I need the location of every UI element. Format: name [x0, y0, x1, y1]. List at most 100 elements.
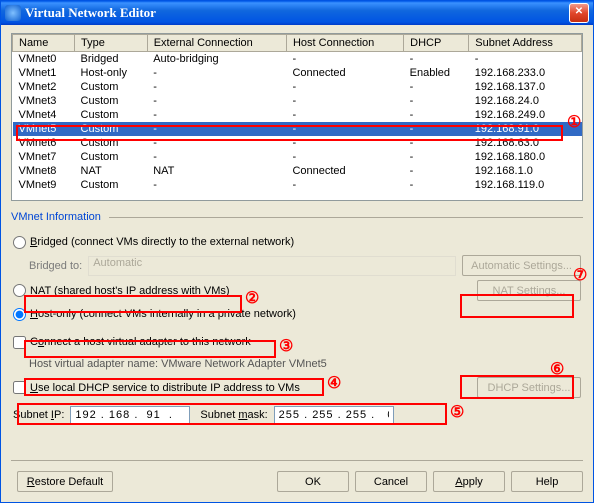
hostonly-text: Host-only (connect VMs internally in a p… — [30, 308, 296, 320]
column-header[interactable]: Subnet Address — [469, 35, 582, 52]
network-table[interactable]: NameTypeExternal ConnectionHost Connecti… — [11, 33, 583, 201]
subnet-ip-input[interactable] — [70, 406, 190, 424]
subnet-mask-input[interactable] — [274, 406, 394, 424]
table-cell: - — [147, 108, 286, 122]
table-cell: 192.168.137.0 — [469, 80, 582, 94]
table-cell: - — [286, 108, 403, 122]
table-cell: - — [404, 80, 469, 94]
nat-radio[interactable] — [13, 284, 26, 297]
table-cell: Auto-bridging — [147, 52, 286, 67]
table-cell: - — [404, 150, 469, 164]
hostonly-radio[interactable] — [13, 308, 26, 321]
table-cell: - — [404, 164, 469, 178]
connect-host-check-label[interactable]: Connect a host virtual adapter to this n… — [13, 336, 251, 349]
connect-host-checkbox[interactable] — [13, 336, 26, 349]
table-row[interactable]: VMnet0BridgedAuto-bridging--- — [13, 52, 582, 67]
automatic-settings-button: Automatic Settings... — [462, 255, 581, 276]
table-cell: NAT — [147, 164, 286, 178]
table-cell: NAT — [75, 164, 148, 178]
column-header[interactable]: Name — [13, 35, 75, 52]
subnet-ip-label: Subnet IP: — [13, 409, 64, 421]
help-button[interactable]: Help — [511, 471, 583, 492]
table-cell: - — [404, 52, 469, 67]
vmnet-info-label: VMnet Information — [11, 211, 583, 223]
subnet-mask-label: Subnet mask: — [200, 409, 267, 421]
table-cell: Custom — [75, 150, 148, 164]
bridged-select: Automatic — [88, 256, 456, 276]
table-cell: - — [404, 136, 469, 150]
table-row[interactable]: VMnet8NATNATConnected-192.168.1.0 — [13, 164, 582, 178]
table-cell: - — [147, 178, 286, 192]
table-cell: - — [286, 80, 403, 94]
bridged-radio-label[interactable]: Bridged (connect VMs directly to the ext… — [13, 236, 294, 249]
table-row[interactable]: VMnet3Custom---192.168.24.0 — [13, 94, 582, 108]
table-cell: - — [404, 122, 469, 136]
bridged-to-label: Bridged to: — [29, 260, 82, 272]
column-header[interactable]: External Connection — [147, 35, 286, 52]
table-cell: - — [404, 108, 469, 122]
dialog-window: Virtual Network Editor ✕ NameTypeExterna… — [0, 0, 594, 503]
table-cell: Custom — [75, 122, 148, 136]
restore-default-button[interactable]: Restore Default — [17, 471, 113, 492]
cancel-button[interactable]: Cancel — [355, 471, 427, 492]
table-cell: - — [286, 136, 403, 150]
table-cell: Enabled — [404, 66, 469, 80]
adapter-name-label: Host virtual adapter name: VMware Networ… — [29, 358, 327, 370]
table-cell: VMnet1 — [13, 66, 75, 80]
table-row[interactable]: VMnet9Custom---192.168.119.0 — [13, 178, 582, 192]
table-cell: VMnet4 — [13, 108, 75, 122]
table-cell: VMnet6 — [13, 136, 75, 150]
table-cell: Custom — [75, 136, 148, 150]
table-cell: VMnet3 — [13, 94, 75, 108]
titlebar[interactable]: Virtual Network Editor ✕ — [1, 1, 593, 25]
table-cell: - — [404, 94, 469, 108]
table-row[interactable]: VMnet1Host-only-ConnectedEnabled192.168.… — [13, 66, 582, 80]
dhcp-check-label[interactable]: Use local DHCP service to distribute IP … — [13, 381, 300, 394]
column-header[interactable]: DHCP — [404, 35, 469, 52]
table-cell: Custom — [75, 94, 148, 108]
window-title: Virtual Network Editor — [25, 5, 156, 21]
table-cell: - — [147, 136, 286, 150]
table-row[interactable]: VMnet6Custom---192.168.63.0 — [13, 136, 582, 150]
table-cell: Connected — [286, 164, 403, 178]
bridged-radio[interactable] — [13, 236, 26, 249]
hostonly-radio-label[interactable]: Host-only (connect VMs internally in a p… — [13, 308, 296, 321]
table-row[interactable]: VMnet7Custom---192.168.180.0 — [13, 150, 582, 164]
table-cell: Custom — [75, 108, 148, 122]
table-cell: 192.168.1.0 — [469, 164, 582, 178]
table-cell: 192.168.91.0 — [469, 122, 582, 136]
table-cell: 192.168.180.0 — [469, 150, 582, 164]
table-row[interactable]: VMnet4Custom---192.168.249.0 — [13, 108, 582, 122]
table-cell: - — [286, 94, 403, 108]
dhcp-settings-button: DHCP Settings... — [477, 377, 581, 398]
table-cell: VMnet7 — [13, 150, 75, 164]
table-cell: VMnet5 — [13, 122, 75, 136]
table-cell: Custom — [75, 178, 148, 192]
table-cell: VMnet9 — [13, 178, 75, 192]
table-cell: - — [147, 80, 286, 94]
table-cell: - — [147, 122, 286, 136]
column-header[interactable]: Host Connection — [286, 35, 403, 52]
close-button[interactable]: ✕ — [569, 3, 589, 23]
table-cell: - — [286, 122, 403, 136]
table-cell: 192.168.119.0 — [469, 178, 582, 192]
table-cell: Connected — [286, 66, 403, 80]
column-header[interactable]: Type — [75, 35, 148, 52]
table-cell: - — [404, 178, 469, 192]
nat-radio-label[interactable]: NAT (shared host's IP address with VMs) — [13, 284, 230, 297]
ok-button[interactable]: OK — [277, 471, 349, 492]
table-cell: Custom — [75, 80, 148, 94]
table-cell: VMnet2 — [13, 80, 75, 94]
dhcp-text: Use local DHCP service to distribute IP … — [30, 382, 300, 394]
apply-button[interactable]: Apply — [433, 471, 505, 492]
table-cell: - — [469, 52, 582, 67]
table-cell: 192.168.249.0 — [469, 108, 582, 122]
table-cell: - — [147, 150, 286, 164]
table-cell: 192.168.233.0 — [469, 66, 582, 80]
table-row[interactable]: VMnet2Custom---192.168.137.0 — [13, 80, 582, 94]
dhcp-checkbox[interactable] — [13, 381, 26, 394]
nat-text: NAT (shared host's IP address with VMs) — [30, 285, 230, 297]
table-row[interactable]: VMnet5Custom---192.168.91.0 — [13, 122, 582, 136]
table-cell: - — [286, 150, 403, 164]
nat-settings-button: NAT Settings... — [477, 280, 581, 301]
